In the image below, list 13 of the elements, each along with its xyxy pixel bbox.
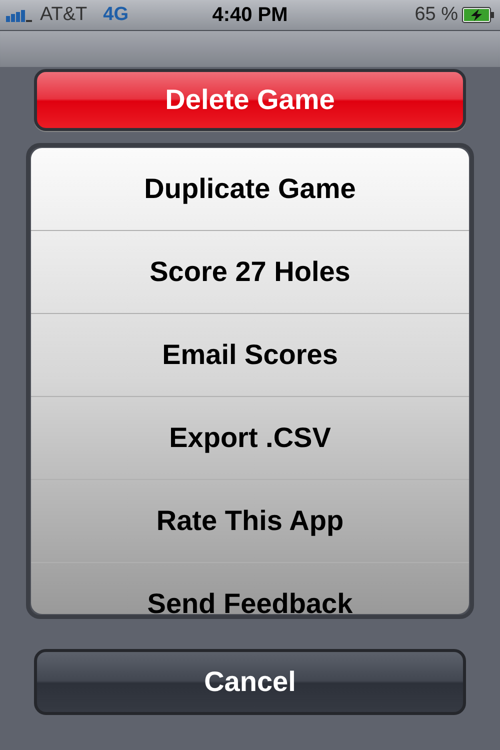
option-item[interactable]: Score 27 Holes <box>31 231 469 314</box>
option-item[interactable]: Rate This App <box>31 480 469 563</box>
option-item[interactable]: Send Feedback <box>31 563 469 614</box>
carrier-name: AT&T <box>40 2 88 27</box>
delete-game-button[interactable]: Delete Game <box>34 69 466 131</box>
option-item[interactable]: Email Scores <box>31 314 469 397</box>
cancel-button[interactable]: Cancel <box>34 649 466 715</box>
option-item[interactable]: Duplicate Game <box>31 148 469 231</box>
signal-icon <box>6 8 34 22</box>
clock-time: 4:40 PM <box>212 3 288 28</box>
network-type: 4G <box>103 2 129 27</box>
battery-percent: 65 % <box>414 2 458 27</box>
option-item[interactable]: Export .CSV <box>31 397 469 480</box>
